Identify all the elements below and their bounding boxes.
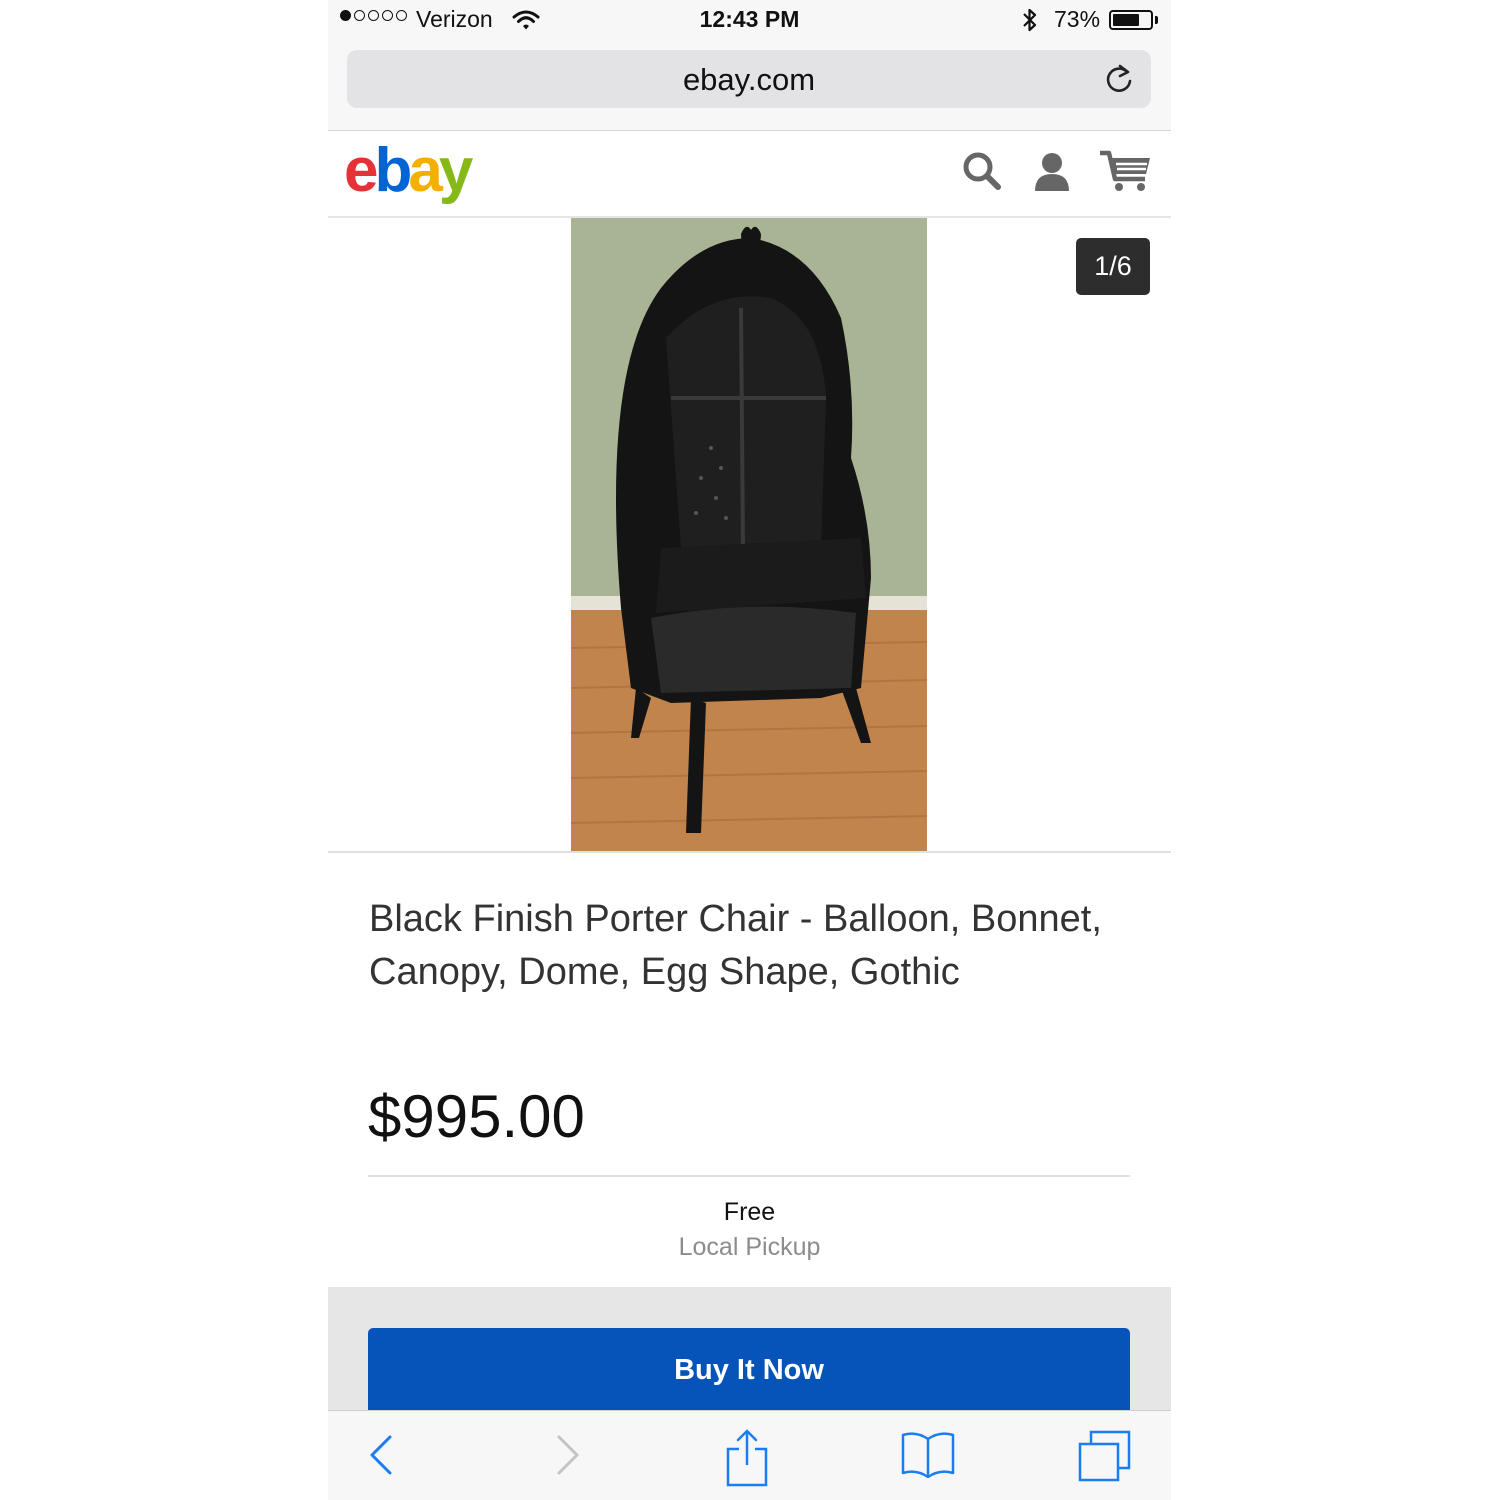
image-counter: 1/6 [1076,238,1150,295]
bluetooth-icon [1021,6,1039,40]
buy-bar: Buy It Now [328,1287,1171,1414]
browser-toolbar [328,1410,1171,1500]
bookmarks-icon[interactable] [900,1429,956,1486]
ebay-header: ebay [328,131,1171,218]
ebay-logo[interactable]: ebay [344,135,473,207]
address-bar[interactable]: ebay.com [347,50,1151,108]
phone-screen: Verizon 12:43 PM 73% ebay.com ebay 1/6 B… [328,0,1171,1500]
reload-icon[interactable] [1103,62,1135,101]
listing-price: $995.00 [368,1083,585,1150]
shipping-cost: Free [723,1198,776,1226]
url-text: ebay.com [682,62,816,97]
forward-icon [553,1429,583,1486]
battery-icon [1109,10,1153,30]
divider [368,1175,1130,1177]
status-bar: Verizon 12:43 PM 73% [328,0,1171,42]
cart-icon[interactable] [1098,149,1154,198]
product-photo[interactable] [571,218,927,851]
listing-title: Black Finish Porter Chair - Balloon, Bon… [369,898,1102,993]
battery-fill [1113,14,1139,26]
share-icon[interactable] [725,1429,769,1492]
image-gallery[interactable]: 1/6 [328,218,1171,853]
account-icon[interactable] [1030,149,1074,198]
tabs-icon[interactable] [1077,1429,1133,1488]
shipping-method: Local Pickup [678,1233,821,1261]
buy-it-now-button[interactable]: Buy It Now [368,1328,1130,1414]
battery-percentage: 73% [1054,6,1101,32]
back-icon[interactable] [366,1429,396,1486]
search-icon[interactable] [960,149,1004,198]
browser-chrome: Verizon 12:43 PM 73% ebay.com [328,0,1171,131]
clock: 12:43 PM [699,6,800,32]
battery-nub [1155,16,1158,24]
